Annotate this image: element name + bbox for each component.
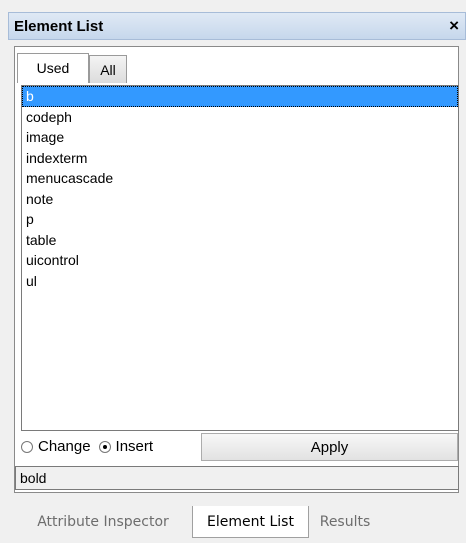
list-item[interactable]: note <box>22 189 458 210</box>
element-listbox[interactable]: b codeph image indexterm menucascade not… <box>21 85 459 431</box>
close-icon[interactable]: × <box>449 16 459 36</box>
tab-all[interactable]: All <box>89 55 127 83</box>
tab-attribute-inspector[interactable]: Attribute Inspector <box>14 506 192 538</box>
insert-radio[interactable] <box>98 440 111 453</box>
action-bar: Change Insert Apply <box>15 432 459 462</box>
list-item[interactable]: b <box>22 86 458 107</box>
tab-element-list[interactable]: Element List <box>192 506 309 538</box>
panel-title-bar: Element List × <box>8 12 466 40</box>
list-item[interactable]: ul <box>22 271 458 292</box>
list-item[interactable]: uicontrol <box>22 250 458 271</box>
panel-title: Element List <box>14 18 104 35</box>
element-description: bold <box>15 466 459 490</box>
mode-radio-group: Change Insert <box>21 438 161 455</box>
list-item[interactable]: image <box>22 127 458 148</box>
list-item[interactable]: p <box>22 209 458 230</box>
list-item[interactable]: codeph <box>22 107 458 128</box>
element-list-panel: Element List × Used All b codeph image i… <box>0 0 466 543</box>
apply-button[interactable]: Apply <box>201 433 458 461</box>
change-radio[interactable] <box>21 440 33 453</box>
list-item[interactable]: indexterm <box>22 148 458 169</box>
tab-used[interactable]: Used <box>17 53 89 83</box>
list-item[interactable]: menucascade <box>22 168 458 189</box>
list-item[interactable]: table <box>22 230 458 251</box>
insert-radio-label[interactable]: Insert <box>116 438 154 455</box>
tab-results[interactable]: Results <box>311 506 379 538</box>
change-radio-label[interactable]: Change <box>38 438 91 455</box>
